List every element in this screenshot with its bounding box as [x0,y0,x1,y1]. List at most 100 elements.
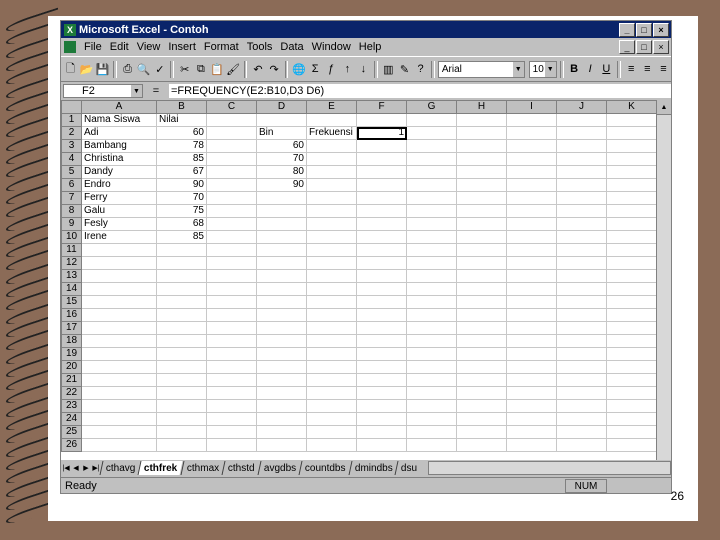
cell-e2[interactable]: Frekuensi [306,126,357,140]
cell-c6[interactable] [206,178,257,192]
cell-g18[interactable] [406,334,457,348]
cell-b26[interactable] [156,438,207,452]
cell-d7[interactable] [256,191,307,205]
cell-a1[interactable]: Nama Siswa [81,113,157,127]
cell-g13[interactable] [406,269,457,283]
name-box[interactable]: F2 ▼ [63,84,143,98]
cell-k8[interactable] [606,204,657,218]
cell-a13[interactable] [81,269,157,283]
cell-g15[interactable] [406,295,457,309]
bold-icon[interactable]: B [567,61,582,78]
cell-f8[interactable] [356,204,407,218]
cell-g20[interactable] [406,360,457,374]
cell-g17[interactable] [406,321,457,335]
cell-c11[interactable] [206,243,257,257]
vertical-scrollbar[interactable]: ▲ [656,100,671,460]
cell-b13[interactable] [156,269,207,283]
cell-b23[interactable] [156,399,207,413]
cell-j17[interactable] [556,321,607,335]
cell-c15[interactable] [206,295,257,309]
row-header[interactable]: 17 [61,321,82,335]
cell-c21[interactable] [206,373,257,387]
tab-countdbs[interactable]: countdbs [298,461,352,475]
cell-h24[interactable] [456,412,507,426]
cell-j8[interactable] [556,204,607,218]
cell-d19[interactable] [256,347,307,361]
cell-d8[interactable] [256,204,307,218]
row-header[interactable]: 9 [61,217,82,231]
cell-e24[interactable] [306,412,357,426]
cell-i20[interactable] [506,360,557,374]
cell-g22[interactable] [406,386,457,400]
cell-h3[interactable] [456,139,507,153]
cell-c25[interactable] [206,425,257,439]
cell-f21[interactable] [356,373,407,387]
cell-g14[interactable] [406,282,457,296]
cell-b12[interactable] [156,256,207,270]
save-icon[interactable]: 💾 [95,61,110,78]
column-header-d[interactable]: D [256,100,307,114]
cell-k16[interactable] [606,308,657,322]
cell-g9[interactable] [406,217,457,231]
undo-icon[interactable]: ↶ [250,61,265,78]
align-center-icon[interactable]: ≡ [640,61,655,78]
cell-d23[interactable] [256,399,307,413]
cell-e1[interactable] [306,113,357,127]
cell-j1[interactable] [556,113,607,127]
cell-j14[interactable] [556,282,607,296]
cell-c7[interactable] [206,191,257,205]
cell-k13[interactable] [606,269,657,283]
cell-k25[interactable] [606,425,657,439]
cell-h9[interactable] [456,217,507,231]
cell-i7[interactable] [506,191,557,205]
cell-d15[interactable] [256,295,307,309]
cell-c24[interactable] [206,412,257,426]
menu-window[interactable]: Window [308,41,355,53]
cell-d4[interactable]: 70 [256,152,307,166]
menu-tools[interactable]: Tools [243,41,277,53]
align-left-icon[interactable]: ≡ [624,61,639,78]
open-icon[interactable]: 📂 [79,61,94,78]
cell-e23[interactable] [306,399,357,413]
cell-b6[interactable]: 90 [156,178,207,192]
cell-h11[interactable] [456,243,507,257]
cell-a24[interactable] [81,412,157,426]
cell-i24[interactable] [506,412,557,426]
cell-d1[interactable] [256,113,307,127]
cell-a21[interactable] [81,373,157,387]
cell-c19[interactable] [206,347,257,361]
cell-j5[interactable] [556,165,607,179]
cell-d21[interactable] [256,373,307,387]
cell-b16[interactable] [156,308,207,322]
cell-f12[interactable] [356,256,407,270]
column-header-h[interactable]: H [456,100,507,114]
cell-a12[interactable] [81,256,157,270]
cell-k17[interactable] [606,321,657,335]
cell-d6[interactable]: 90 [256,178,307,192]
cell-i13[interactable] [506,269,557,283]
cell-k23[interactable] [606,399,657,413]
next-sheet-icon[interactable]: ▶ [81,462,91,474]
cell-i12[interactable] [506,256,557,270]
cell-f7[interactable] [356,191,407,205]
menu-edit[interactable]: Edit [106,41,133,53]
cell-j7[interactable] [556,191,607,205]
cell-g10[interactable] [406,230,457,244]
cell-b5[interactable]: 67 [156,165,207,179]
align-right-icon[interactable]: ≡ [656,61,671,78]
cell-g19[interactable] [406,347,457,361]
row-header[interactable]: 7 [61,191,82,205]
cell-i25[interactable] [506,425,557,439]
cell-e15[interactable] [306,295,357,309]
cell-c10[interactable] [206,230,257,244]
doc-close-button[interactable]: × [653,40,669,54]
cell-a3[interactable]: Bambang [81,139,157,153]
cell-d3[interactable]: 60 [256,139,307,153]
cell-g11[interactable] [406,243,457,257]
cell-a11[interactable] [81,243,157,257]
cell-a22[interactable] [81,386,157,400]
cell-c20[interactable] [206,360,257,374]
cell-j3[interactable] [556,139,607,153]
format-painter-icon[interactable]: 🖌 [226,61,241,78]
cell-i5[interactable] [506,165,557,179]
